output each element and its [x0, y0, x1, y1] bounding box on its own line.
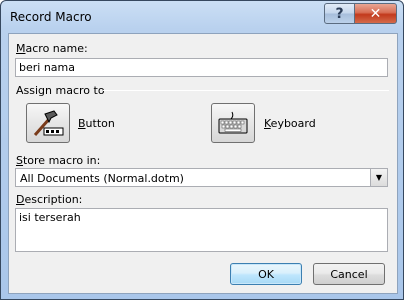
store-macro-select[interactable]: All Documents (Normal.dotm) ▼ — [15, 168, 388, 187]
group-divider — [103, 90, 389, 91]
chevron-down-icon[interactable]: ▼ — [370, 169, 387, 186]
cancel-button[interactable]: Cancel — [313, 263, 385, 285]
keyboard-icon — [218, 111, 248, 134]
store-macro-label: Store macro in: — [16, 154, 101, 167]
description-value: isi terserah — [19, 211, 81, 224]
cancel-label: Cancel — [330, 267, 368, 281]
ok-label: OK — [258, 267, 274, 281]
macro-name-input[interactable]: beri nama — [15, 58, 388, 77]
close-icon: ✕ — [369, 5, 382, 22]
macro-name-label: Macro name: — [16, 42, 88, 55]
keyboard-label: Keyboard — [264, 117, 316, 130]
toolbar-button-icon — [33, 110, 64, 136]
record-macro-dialog: Record Macro ? ✕ Macro name: beri nama A… — [0, 0, 404, 300]
store-macro-value: All Documents (Normal.dotm) — [20, 172, 184, 185]
dialog-body: Macro name: beri nama Assign macro to Bu… — [8, 33, 398, 294]
description-label: Description: — [16, 193, 83, 206]
assign-macro-label: Assign macro to — [16, 84, 105, 97]
dialog-title: Record Macro — [10, 10, 92, 24]
ok-button[interactable]: OK — [230, 263, 302, 285]
help-icon: ? — [335, 5, 344, 22]
close-button[interactable]: ✕ — [354, 3, 397, 24]
macro-name-value: beri nama — [19, 61, 75, 74]
title-bar: Record Macro ? ✕ — [1, 1, 403, 33]
help-button[interactable]: ? — [324, 3, 355, 24]
assign-keyboard-button[interactable] — [211, 103, 255, 143]
assign-button-button[interactable] — [26, 103, 70, 143]
button-label: Button — [78, 117, 115, 130]
description-textarea[interactable]: isi terserah — [15, 208, 388, 252]
